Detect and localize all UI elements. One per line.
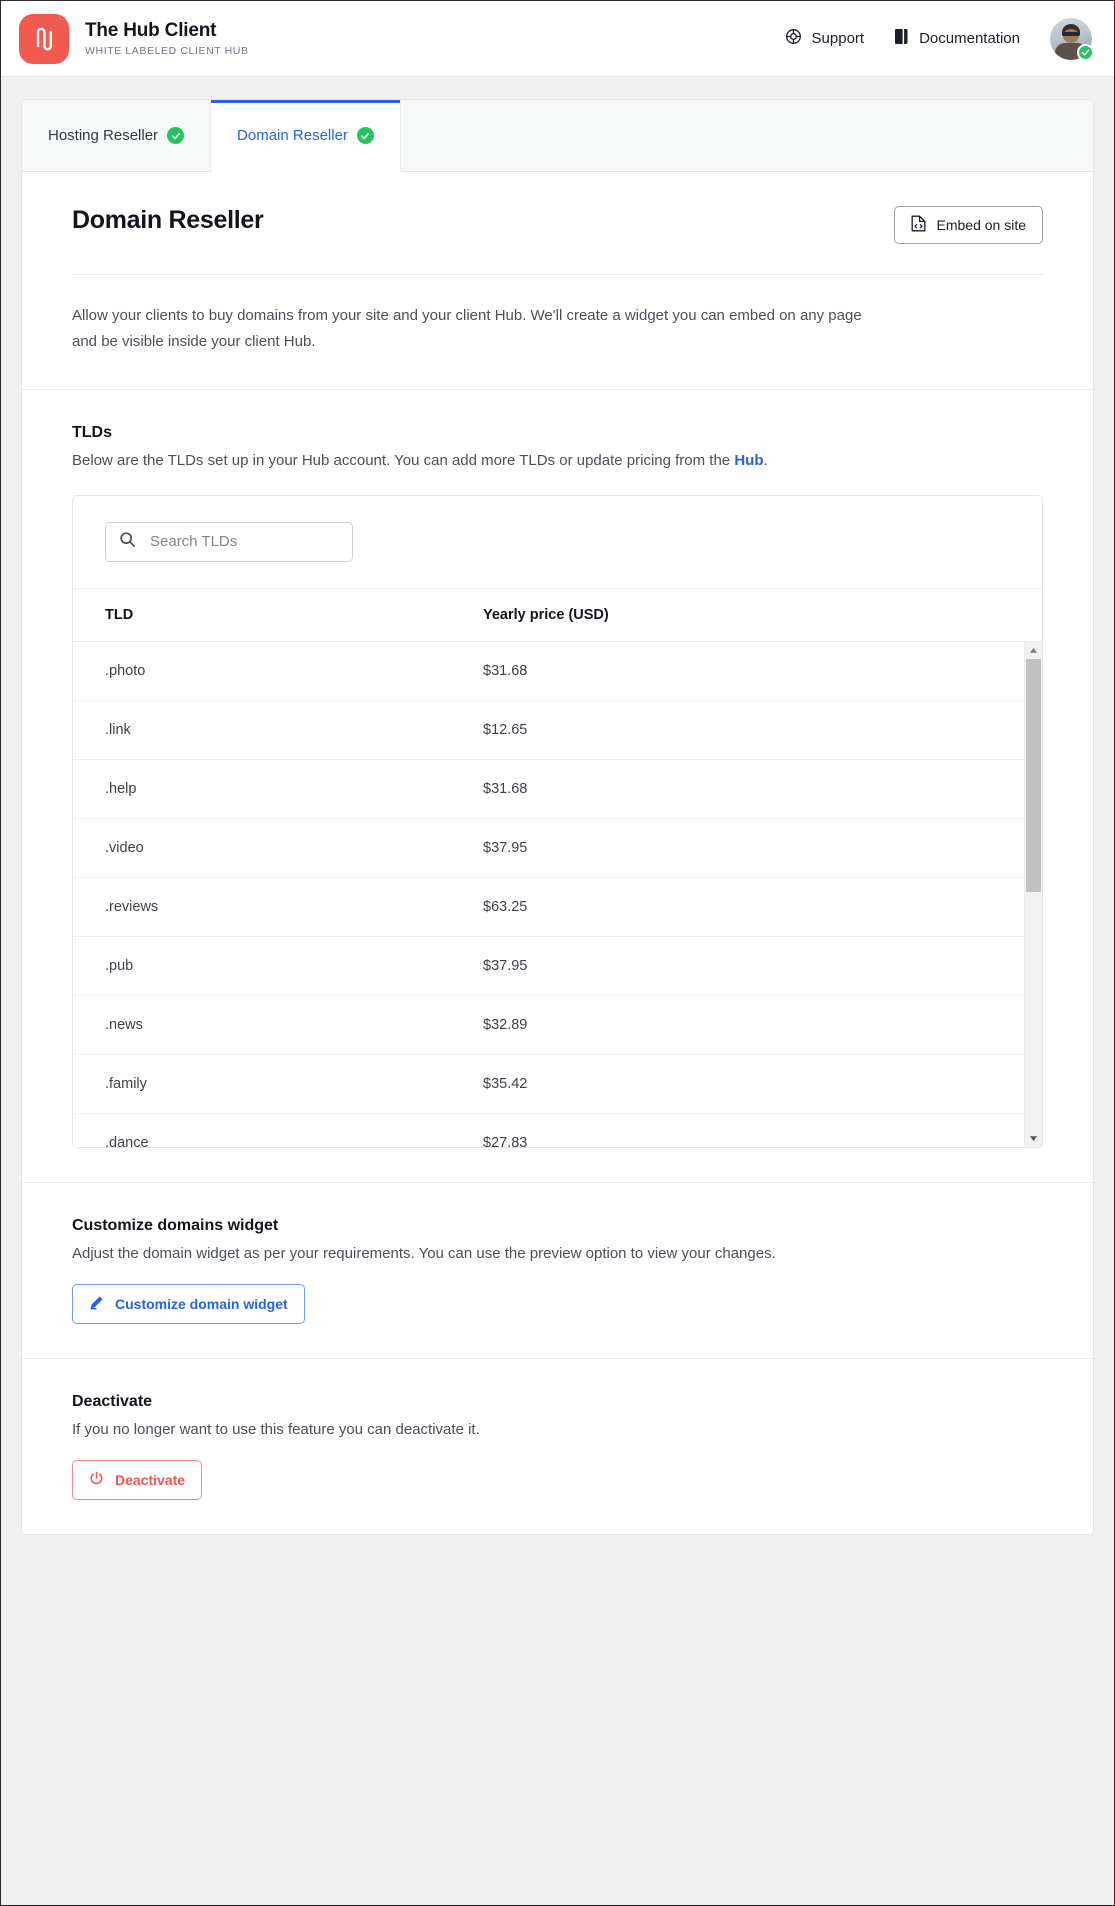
table-row[interactable]: .reviews $63.25 (73, 877, 1024, 936)
cell-price: $12.65 (483, 700, 1024, 759)
customize-button-row: Customize domain widget (72, 1284, 1043, 1324)
hub-logo-icon (19, 14, 69, 64)
page-body: Hosting Reseller Domain Reseller (1, 77, 1114, 1535)
deactivate-button-row: Deactivate (72, 1460, 1043, 1500)
table-row[interactable]: .news $32.89 (73, 995, 1024, 1054)
power-icon (89, 1471, 104, 1489)
cell-tld: .link (73, 700, 483, 759)
tlds-table-body-wrap: .photo $31.68 .link $12.65 .help (73, 642, 1024, 1147)
intro-section: Domain Reseller Embed on site All (22, 172, 1093, 389)
hub-link[interactable]: Hub (734, 452, 763, 469)
search-icon (119, 531, 136, 553)
customize-domain-widget-button[interactable]: Customize domain widget (72, 1284, 305, 1324)
check-circle-icon (357, 127, 374, 144)
main-card: Hosting Reseller Domain Reseller (21, 99, 1094, 1535)
cell-tld: .dance (73, 1113, 483, 1147)
support-link[interactable]: Support (785, 28, 865, 49)
tlds-table-body: .photo $31.68 .link $12.65 .help (73, 642, 1024, 1147)
embed-on-site-button[interactable]: Embed on site (894, 206, 1044, 244)
search-tlds-input[interactable] (148, 532, 339, 551)
tlds-description-suffix: . (764, 452, 768, 469)
header-actions: Support Documentation (785, 18, 1092, 60)
cell-tld: .reviews (73, 877, 483, 936)
documentation-link[interactable]: Documentation (894, 28, 1020, 49)
pencil-icon (89, 1295, 104, 1313)
table-row[interactable]: .family $35.42 (73, 1054, 1024, 1113)
cell-price: $31.68 (483, 642, 1024, 701)
tlds-table: TLD Yearly price (USD) (73, 588, 1042, 642)
cell-tld: .video (73, 818, 483, 877)
support-label: Support (812, 30, 865, 47)
deactivate-description: If you no longer want to use this featur… (72, 1421, 1043, 1438)
deactivate-section: Deactivate If you no longer want to use … (22, 1358, 1093, 1534)
cell-tld: .pub (73, 936, 483, 995)
intro-description: Allow your clients to buy domains from y… (72, 303, 872, 355)
tab-domain-reseller[interactable]: Domain Reseller (211, 100, 401, 172)
tlds-table-scrollbar[interactable] (1024, 642, 1042, 1147)
table-row[interactable]: .pub $37.95 (73, 936, 1024, 995)
top-header-bar: The Hub Client WHITE LABELED CLIENT HUB … (1, 1, 1114, 77)
cell-tld: .family (73, 1054, 483, 1113)
tlds-table-head: TLD Yearly price (USD) (73, 588, 1042, 641)
tab-domain-reseller-label: Domain Reseller (237, 127, 348, 144)
cell-price: $37.95 (483, 936, 1024, 995)
search-tlds-box[interactable] (105, 522, 353, 562)
table-row[interactable]: .link $12.65 (73, 700, 1024, 759)
brand-subtitle: WHITE LABELED CLIENT HUB (85, 45, 249, 57)
book-icon (894, 28, 909, 49)
embed-on-site-label: Embed on site (937, 217, 1027, 233)
tab-hosting-reseller-label: Hosting Reseller (48, 127, 158, 144)
cell-tld: .news (73, 995, 483, 1054)
column-header-price: Yearly price (USD) (483, 588, 1042, 641)
section-divider (72, 274, 1043, 275)
table-row[interactable]: .help $31.68 (73, 759, 1024, 818)
tlds-heading: TLDs (72, 424, 1043, 442)
customize-heading: Customize domains widget (72, 1217, 1043, 1235)
cell-tld: .help (73, 759, 483, 818)
app-window: The Hub Client WHITE LABELED CLIENT HUB … (0, 0, 1115, 1906)
cell-price: $63.25 (483, 877, 1024, 936)
avatar[interactable] (1050, 18, 1092, 60)
table-row[interactable]: .dance $27.83 (73, 1113, 1024, 1147)
column-header-tld: TLD (73, 588, 483, 641)
table-header-row: TLD Yearly price (USD) (73, 588, 1042, 641)
customize-domain-widget-label: Customize domain widget (115, 1296, 288, 1312)
file-code-icon (911, 215, 926, 235)
scroll-up-arrow-icon[interactable] (1025, 642, 1042, 659)
verified-check-icon (1077, 44, 1094, 61)
life-ring-icon (785, 28, 802, 49)
tab-bar: Hosting Reseller Domain Reseller (22, 100, 1093, 172)
brand-title: The Hub Client (85, 20, 249, 42)
tlds-table-body-table: .photo $31.68 .link $12.65 .help (73, 642, 1024, 1147)
cell-price: $35.42 (483, 1054, 1024, 1113)
scroll-down-arrow-icon[interactable] (1025, 1130, 1042, 1147)
cell-price: $31.68 (483, 759, 1024, 818)
tlds-description-prefix: Below are the TLDs set up in your Hub ac… (72, 452, 734, 469)
cell-tld: .photo (73, 642, 483, 701)
tab-hosting-reseller[interactable]: Hosting Reseller (22, 100, 211, 171)
documentation-label: Documentation (919, 30, 1020, 47)
deactivate-label: Deactivate (115, 1472, 185, 1488)
customize-section: Customize domains widget Adjust the doma… (22, 1182, 1093, 1358)
table-row[interactable]: .video $37.95 (73, 818, 1024, 877)
page-title: Domain Reseller (72, 206, 263, 235)
tlds-table-scroll-area: .photo $31.68 .link $12.65 .help (73, 642, 1042, 1147)
tlds-search-wrap (73, 496, 1042, 588)
cell-price: $32.89 (483, 995, 1024, 1054)
cell-price: $37.95 (483, 818, 1024, 877)
cell-price: $27.83 (483, 1113, 1024, 1147)
tlds-description: Below are the TLDs set up in your Hub ac… (72, 452, 1043, 469)
tlds-panel: TLD Yearly price (USD) .photo (72, 495, 1043, 1148)
deactivate-button[interactable]: Deactivate (72, 1460, 202, 1500)
intro-header-row: Domain Reseller Embed on site (72, 206, 1043, 244)
table-row[interactable]: .photo $31.68 (73, 642, 1024, 701)
deactivate-heading: Deactivate (72, 1393, 1043, 1411)
scrollbar-thumb[interactable] (1026, 659, 1041, 892)
check-circle-icon (167, 127, 184, 144)
customize-description: Adjust the domain widget as per your req… (72, 1245, 1043, 1262)
brand-block[interactable]: The Hub Client WHITE LABELED CLIENT HUB (19, 14, 249, 64)
tlds-section: TLDs Below are the TLDs set up in your H… (22, 389, 1093, 1182)
